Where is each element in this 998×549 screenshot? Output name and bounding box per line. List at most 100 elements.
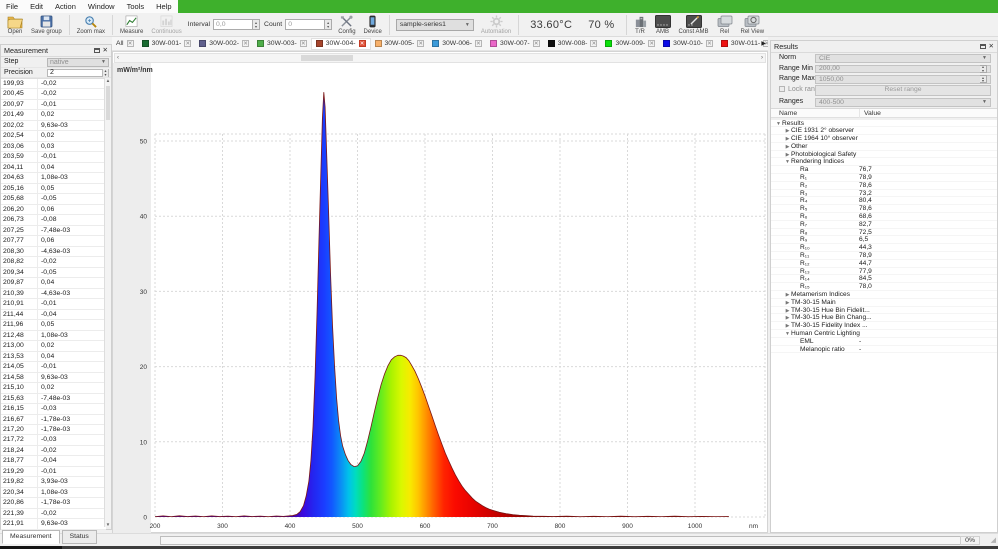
- tree-row-cie-1931-2-observer[interactable]: ▶CIE 1931 2° observer: [771, 127, 997, 135]
- precision-spinner[interactable]: ▴▾: [102, 69, 108, 77]
- measurement-row[interactable]: 221,39-0,02: [1, 509, 106, 519]
- const-amb-button[interactable]: Const AMB: [675, 15, 713, 35]
- tree-row-human-centric-lighting[interactable]: ▼Human Centric Lighting: [771, 330, 997, 338]
- tree-row-r[interactable]: R₁₀44,3: [771, 244, 997, 252]
- config-button[interactable]: Config: [334, 15, 359, 35]
- measurement-row[interactable]: 218,24-0,02: [1, 446, 106, 456]
- measurement-row[interactable]: 207,770,06: [1, 236, 106, 246]
- series-checkbox[interactable]: ✕: [242, 40, 249, 47]
- series-item-all[interactable]: All✕: [112, 38, 138, 50]
- measurement-row[interactable]: 220,341,08e-03: [1, 488, 106, 498]
- measure-button[interactable]: Measure: [116, 15, 147, 35]
- float-panel-icon[interactable]: [980, 44, 986, 49]
- series-checkbox[interactable]: ✕: [706, 40, 713, 47]
- series-item-30w-007[interactable]: 30W-007-✕: [486, 38, 544, 50]
- measurement-row[interactable]: 200,45-0,02: [1, 89, 106, 99]
- tree-row-r[interactable]: R₁₁78,9: [771, 252, 997, 260]
- series-checkbox[interactable]: ✕: [533, 40, 540, 47]
- tree-row-cie-1964-10-observer[interactable]: ▶CIE 1964 10° observer: [771, 135, 997, 143]
- amb-button[interactable]: AMB: [651, 15, 675, 35]
- menu-item-tools[interactable]: Tools: [121, 0, 151, 13]
- measurement-row[interactable]: 209,870,04: [1, 278, 106, 288]
- series-checkbox[interactable]: ✕: [590, 40, 597, 47]
- tree-row-metamerism-indices[interactable]: ▶Metamerism Indices: [771, 291, 997, 299]
- measurement-row[interactable]: 212,481,08e-03: [1, 331, 106, 341]
- measurement-row[interactable]: 204,631,08e-03: [1, 173, 106, 183]
- measurement-row[interactable]: 217,20-1,78e-03: [1, 425, 106, 435]
- series-checkbox[interactable]: ✕: [300, 40, 307, 47]
- measurement-row[interactable]: 216,67-1,78e-03: [1, 415, 106, 425]
- measurement-row[interactable]: 213,000,02: [1, 341, 106, 351]
- series-item-30w-002[interactable]: 30W-002-✕: [195, 38, 253, 50]
- menu-item-help[interactable]: Help: [150, 0, 177, 13]
- measurement-row[interactable]: 214,05-0,01: [1, 362, 106, 372]
- chart-hscrollbar[interactable]: ‹ ›: [114, 53, 766, 63]
- tree-row-eml[interactable]: EML-: [771, 338, 997, 346]
- measurement-row[interactable]: 211,960,05: [1, 320, 106, 330]
- close-panel-icon[interactable]: ✕: [103, 48, 108, 54]
- save-group-button[interactable]: Save group: [27, 15, 66, 35]
- open-button[interactable]: Open: [3, 15, 27, 35]
- series-checkbox[interactable]: ✕: [648, 40, 655, 47]
- measurement-row[interactable]: 199,93-0,02: [1, 79, 106, 89]
- tree-row-r[interactable]: R₁78,9: [771, 174, 997, 182]
- measurement-row[interactable]: 208,30-4,63e-03: [1, 247, 106, 257]
- scroll-up-icon[interactable]: ▲: [105, 78, 111, 83]
- menu-item-file[interactable]: File: [0, 0, 24, 13]
- tree-row-photobiological-safety[interactable]: ▶Photobiological Safety: [771, 151, 997, 159]
- measurement-row[interactable]: 201,490,02: [1, 110, 106, 120]
- tree-row-other[interactable]: ▶Other: [771, 143, 997, 151]
- resize-grip-icon[interactable]: ◢: [991, 536, 996, 544]
- menu-item-action[interactable]: Action: [49, 0, 82, 13]
- tree-row-rendering-indices[interactable]: ▼Rendering Indices: [771, 158, 997, 166]
- measurement-row[interactable]: 210,91-0,01: [1, 299, 106, 309]
- series-item-30w-006[interactable]: 30W-006-✕: [428, 38, 486, 50]
- series-item-30w-005[interactable]: 30W-005-✕: [371, 38, 429, 50]
- tree-row-tm-30-15-main[interactable]: ▶TM-30-15 Main: [771, 299, 997, 307]
- series-checkbox[interactable]: ✕: [417, 40, 424, 47]
- measurement-row[interactable]: 216,15-0,03: [1, 404, 106, 414]
- measurement-row[interactable]: 220,86-1,78e-03: [1, 498, 106, 508]
- measurement-row[interactable]: 205,68-0,05: [1, 194, 106, 204]
- measurement-row[interactable]: 205,160,05: [1, 184, 106, 194]
- count-spinner[interactable]: ▴▾: [325, 19, 332, 30]
- tree-row-r[interactable]: R₆68,6: [771, 213, 997, 221]
- menu-item-window[interactable]: Window: [82, 0, 121, 13]
- measurement-row[interactable]: 213,530,04: [1, 352, 106, 362]
- measurement-scrollbar[interactable]: ▲ ▼: [104, 78, 111, 527]
- measurement-row[interactable]: 211,44-0,04: [1, 310, 106, 320]
- measurement-row[interactable]: 206,73-0,08: [1, 215, 106, 225]
- tree-row-r[interactable]: R₁₅78,0: [771, 283, 997, 291]
- tree-row-r[interactable]: R₇82,7: [771, 221, 997, 229]
- measurement-row[interactable]: 209,34-0,05: [1, 268, 106, 278]
- scroll-thumb[interactable]: [106, 86, 110, 120]
- measurement-row[interactable]: 219,823,93e-03: [1, 477, 106, 487]
- series-select[interactable]: sample-series1▼: [396, 19, 474, 31]
- tab-measurement[interactable]: Measurement: [2, 530, 60, 544]
- tree-row-r[interactable]: R₃73,2: [771, 190, 997, 198]
- tree-row-r[interactable]: R₁₂44,7: [771, 260, 997, 268]
- tree-row-r[interactable]: R₄80,4: [771, 197, 997, 205]
- series-item-30w-009[interactable]: 30W-009-✕: [601, 38, 659, 50]
- series-item-30w-010[interactable]: 30W-010-✕: [659, 38, 717, 50]
- tree-row-r[interactable]: R₁₄84,5: [771, 275, 997, 283]
- measurement-row[interactable]: 214,589,63e-03: [1, 373, 106, 383]
- series-checkbox[interactable]: ✕: [184, 40, 191, 47]
- float-panel-icon[interactable]: [94, 48, 100, 53]
- t-r-button[interactable]: T/R: [630, 15, 651, 35]
- measurement-row[interactable]: 215,63-7,48e-03: [1, 394, 106, 404]
- series-checkbox[interactable]: ✕: [475, 40, 482, 47]
- menu-item-edit[interactable]: Edit: [24, 0, 49, 13]
- tree-row-tm-30-15-fidelity-index[interactable]: ▶TM-30-15 Fidelity Index ...: [771, 322, 997, 330]
- count-input[interactable]: 0: [285, 19, 325, 30]
- tree-row-r[interactable]: R₅78,6: [771, 205, 997, 213]
- device-button[interactable]: Device: [360, 15, 386, 35]
- tree-row-tm-30-15-hue-bin-fidelit[interactable]: ▶TM-30-15 Hue Bin Fidelit...: [771, 307, 997, 315]
- series-scroll-right-icon[interactable]: ▶: [761, 40, 766, 47]
- series-item-30w-004[interactable]: 30W-004-✕: [311, 38, 371, 50]
- series-item-30w-008[interactable]: 30W-008-✕: [544, 38, 602, 50]
- close-panel-icon[interactable]: ✕: [989, 44, 994, 50]
- tree-row-r[interactable]: R₁₃77,9: [771, 268, 997, 276]
- measurement-row[interactable]: 210,39-4,63e-03: [1, 289, 106, 299]
- tree-row-r[interactable]: R₈72,5: [771, 229, 997, 237]
